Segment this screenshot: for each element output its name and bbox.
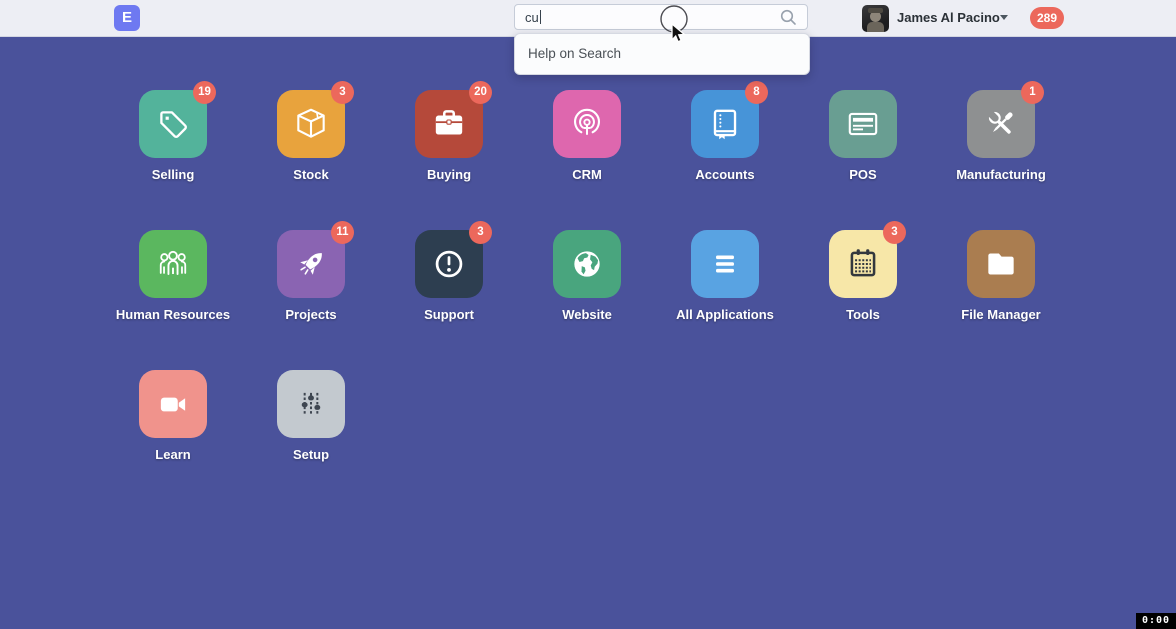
- app-logo[interactable]: E: [114, 5, 140, 31]
- module-all-applications[interactable]: All Applications: [655, 230, 795, 322]
- module-setup[interactable]: Setup: [241, 370, 381, 462]
- module-accounts[interactable]: 8 Accounts: [655, 90, 795, 182]
- icon-wrap: [553, 230, 621, 298]
- module-projects[interactable]: 11 Projects: [241, 230, 381, 322]
- module-label: Setup: [241, 447, 381, 462]
- module-file-manager[interactable]: File Manager: [931, 230, 1071, 322]
- module-label: CRM: [517, 167, 657, 182]
- module-support[interactable]: 3 Support: [379, 230, 519, 322]
- module-badge: 11: [331, 221, 354, 244]
- icon-wrap: 1: [967, 90, 1035, 158]
- desk-screen: E cu James Al Pacino 289 Help on Search: [0, 0, 1176, 629]
- module-label: All Applications: [655, 307, 795, 322]
- icon-wrap: 3: [277, 90, 345, 158]
- module-badge: 3: [883, 221, 906, 244]
- broadcast-person-icon[interactable]: [553, 90, 621, 158]
- globe-icon[interactable]: [553, 230, 621, 298]
- module-crm[interactable]: CRM: [517, 90, 657, 182]
- text-caret: [540, 10, 541, 24]
- icon-wrap: 8: [691, 90, 759, 158]
- icon-wrap: [967, 230, 1035, 298]
- module-badge: 20: [469, 81, 492, 104]
- icon-wrap: [691, 230, 759, 298]
- video-camera-icon[interactable]: [139, 370, 207, 438]
- help-on-search-item[interactable]: Help on Search: [515, 34, 809, 74]
- module-label: Stock: [241, 167, 381, 182]
- module-badge: 19: [193, 81, 216, 104]
- search-value: cu: [525, 10, 539, 25]
- icon-wrap: 3: [829, 230, 897, 298]
- module-label: Human Resources: [103, 307, 243, 322]
- module-label: Tools: [793, 307, 933, 322]
- search-dropdown: Help on Search: [514, 33, 810, 75]
- module-selling[interactable]: 19 Selling: [103, 90, 243, 182]
- module-badge: 1: [1021, 81, 1044, 104]
- module-buying[interactable]: 20 Buying: [379, 90, 519, 182]
- module-learn[interactable]: Learn: [103, 370, 243, 462]
- icon-wrap: [829, 90, 897, 158]
- notification-count-badge[interactable]: 289: [1030, 7, 1064, 29]
- sliders-icon[interactable]: [277, 370, 345, 438]
- icon-wrap: [277, 370, 345, 438]
- module-label: Learn: [103, 447, 243, 462]
- module-manufacturing[interactable]: 1 Manufacturing: [931, 90, 1071, 182]
- chevron-down-icon[interactable]: [1000, 15, 1008, 20]
- icon-wrap: 11: [277, 230, 345, 298]
- module-label: Manufacturing: [931, 167, 1071, 182]
- user-menu[interactable]: James Al Pacino: [897, 10, 1000, 25]
- module-label: Selling: [103, 167, 243, 182]
- module-human-resources[interactable]: Human Resources: [103, 230, 243, 322]
- people-icon[interactable]: [139, 230, 207, 298]
- icon-wrap: 19: [139, 90, 207, 158]
- module-pos[interactable]: POS: [793, 90, 933, 182]
- module-label: Buying: [379, 167, 519, 182]
- module-label: Projects: [241, 307, 381, 322]
- recording-timer: 0:00: [1136, 613, 1176, 629]
- icon-wrap: [139, 230, 207, 298]
- top-navbar: E cu James Al Pacino 289: [0, 0, 1176, 37]
- module-label: Support: [379, 307, 519, 322]
- menu-icon[interactable]: [691, 230, 759, 298]
- module-badge: 8: [745, 81, 768, 104]
- module-badge: 3: [469, 221, 492, 244]
- folder-icon[interactable]: [967, 230, 1035, 298]
- module-badge: 3: [331, 81, 354, 104]
- icon-wrap: 20: [415, 90, 483, 158]
- module-label: POS: [793, 167, 933, 182]
- user-avatar[interactable]: [862, 5, 889, 32]
- module-stock[interactable]: 3 Stock: [241, 90, 381, 182]
- module-label: Accounts: [655, 167, 795, 182]
- module-label: File Manager: [931, 307, 1071, 322]
- credit-card-icon[interactable]: [829, 90, 897, 158]
- search-icon[interactable]: [779, 8, 797, 26]
- module-tools[interactable]: 3 Tools: [793, 230, 933, 322]
- module-label: Website: [517, 307, 657, 322]
- icon-wrap: 3: [415, 230, 483, 298]
- icon-wrap: [553, 90, 621, 158]
- icon-wrap: [139, 370, 207, 438]
- search-input[interactable]: cu: [514, 4, 808, 30]
- module-website[interactable]: Website: [517, 230, 657, 322]
